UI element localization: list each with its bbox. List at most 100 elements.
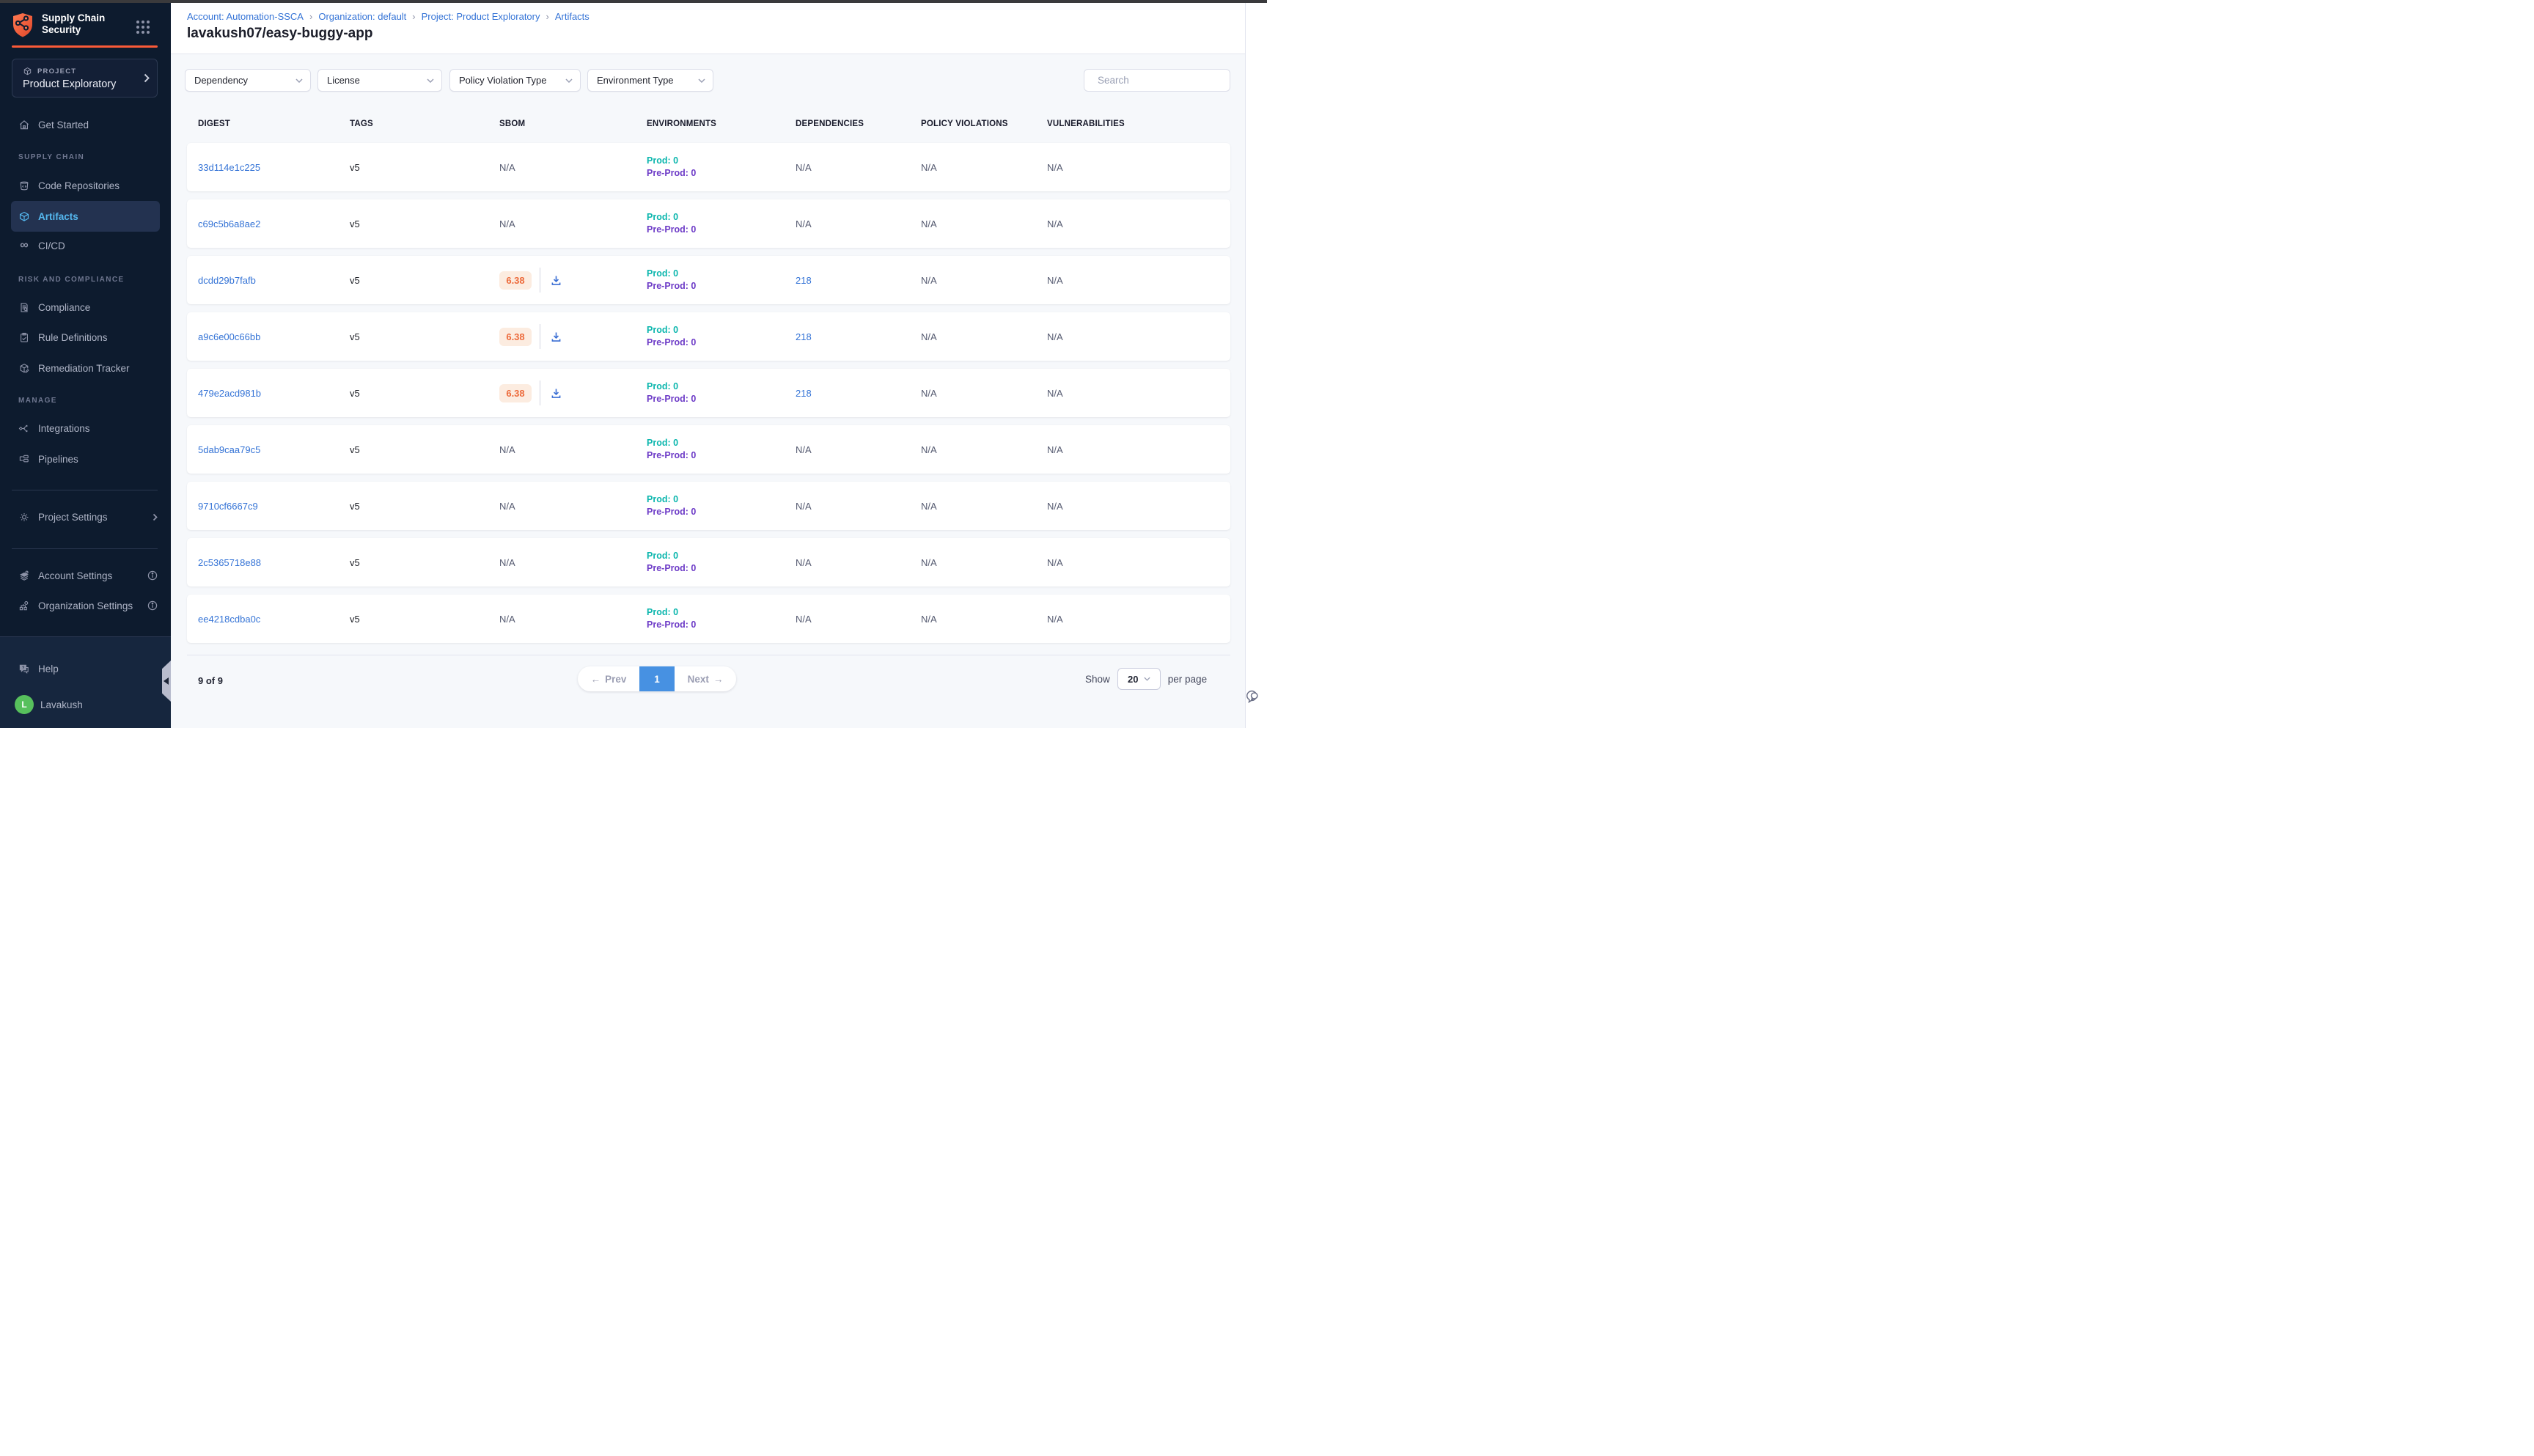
tag-value: v5: [350, 557, 499, 568]
digest-link[interactable]: 479e2acd981b: [198, 388, 261, 399]
prod-count[interactable]: Prod: 0: [647, 606, 796, 619]
prod-count[interactable]: Prod: 0: [647, 268, 796, 280]
sidebar-item-integrations[interactable]: Integrations: [0, 418, 171, 438]
preprod-count[interactable]: Pre-Prod: 0: [647, 619, 796, 631]
col-digest: DIGEST: [198, 120, 350, 128]
breadcrumb-separator: ›: [309, 11, 312, 22]
sbom-na: N/A: [499, 162, 515, 173]
project-name: Product Exploratory: [23, 78, 116, 90]
sidebar-item-pipelines[interactable]: Pipelines: [0, 449, 171, 469]
filter-policy-violation-type[interactable]: Policy Violation Type: [449, 69, 581, 92]
sidebar-item-project-settings[interactable]: Project Settings: [0, 507, 171, 527]
page-1-button[interactable]: 1: [639, 666, 675, 691]
dependencies-value[interactable]: N/A: [796, 557, 812, 568]
dependencies-value[interactable]: N/A: [796, 162, 812, 173]
dependencies-value[interactable]: N/A: [796, 444, 812, 455]
preprod-count[interactable]: Pre-Prod: 0: [647, 562, 796, 575]
preprod-count[interactable]: Pre-Prod: 0: [647, 224, 796, 236]
prod-count[interactable]: Prod: 0: [647, 437, 796, 449]
table-rows: 33d114e1c225 v5 N/A Prod: 0 Pre-Prod: 0 …: [187, 143, 1230, 643]
project-label: PROJECT: [37, 67, 76, 76]
prod-count[interactable]: Prod: 0: [647, 493, 796, 506]
sidebar-item-organization-settings[interactable]: Organization Settings: [0, 595, 171, 616]
prod-count[interactable]: Prod: 0: [647, 155, 796, 167]
table-row: c69c5b6a8ae2 v5 N/A Prod: 0 Pre-Prod: 0 …: [187, 199, 1230, 248]
page-title: lavakush07/easy-buggy-app: [187, 26, 372, 42]
sbom-download-button[interactable]: [548, 273, 564, 288]
sbom-na: N/A: [499, 557, 515, 568]
dependencies-value[interactable]: 218: [796, 388, 812, 399]
module-grid-icon[interactable]: [135, 19, 151, 35]
sbom-na: N/A: [499, 501, 515, 512]
info-icon[interactable]: [147, 570, 158, 581]
prev-page-button[interactable]: ← Prev: [578, 666, 639, 691]
digest-link[interactable]: 2c5365718e88: [198, 557, 261, 568]
next-page-button[interactable]: Next →: [675, 666, 736, 691]
sidebar-item-cicd[interactable]: ∞ CI/CD: [0, 235, 171, 256]
policy-violations-value: N/A: [921, 501, 1047, 512]
chevron-right-icon: [153, 513, 158, 521]
filter-dependency[interactable]: Dependency: [185, 69, 311, 92]
digest-link[interactable]: 33d114e1c225: [198, 162, 260, 173]
environments-cell: Prod: 0 Pre-Prod: 0: [647, 550, 796, 575]
sidebar-item-rule-definitions[interactable]: Rule Definitions: [0, 327, 171, 348]
breadcrumb-organization[interactable]: Organization: default: [318, 11, 406, 22]
preprod-count[interactable]: Pre-Prod: 0: [647, 393, 796, 405]
sidebar-item-remediation-tracker[interactable]: Remediation Tracker: [0, 358, 171, 378]
breadcrumb-artifacts[interactable]: Artifacts: [555, 11, 590, 22]
chevron-down-icon: [1144, 677, 1150, 681]
sidebar-item-artifacts[interactable]: Artifacts: [11, 201, 160, 232]
app-title: Supply Chain Security: [42, 12, 124, 36]
prod-count[interactable]: Prod: 0: [647, 550, 796, 562]
sidebar-item-compliance[interactable]: Compliance: [0, 297, 171, 317]
digest-link[interactable]: 5dab9caa79c5: [198, 444, 260, 455]
environments-cell: Prod: 0 Pre-Prod: 0: [647, 493, 796, 518]
preprod-count[interactable]: Pre-Prod: 0: [647, 337, 796, 349]
accent-divider: [12, 45, 158, 48]
project-selector[interactable]: PROJECT Product Exploratory: [12, 59, 158, 98]
policy-violations-value: N/A: [921, 614, 1047, 625]
user-menu[interactable]: L Lavakush: [0, 694, 171, 715]
dependencies-value[interactable]: 218: [796, 331, 812, 342]
sbom-download-button[interactable]: [548, 386, 564, 401]
digest-link[interactable]: ee4218cdba0c: [198, 614, 260, 625]
policy-violations-value: N/A: [921, 218, 1047, 229]
sidebar-item-help[interactable]: ? Help: [0, 658, 171, 679]
page-size-select[interactable]: 20: [1117, 668, 1161, 690]
sidebar-item-account-settings[interactable]: Account Settings: [0, 565, 171, 586]
digest-link[interactable]: c69c5b6a8ae2: [198, 218, 260, 229]
prod-count[interactable]: Prod: 0: [647, 211, 796, 224]
sidebar-item-code-repositories[interactable]: Code Repositories: [0, 175, 171, 196]
preprod-count[interactable]: Pre-Prod: 0: [647, 167, 796, 180]
tag-value: v5: [350, 388, 499, 399]
digest-link[interactable]: 9710cf6667c9: [198, 501, 258, 512]
digest-link[interactable]: a9c6e00c66bb: [198, 331, 260, 342]
breadcrumb-project[interactable]: Project: Product Exploratory: [422, 11, 540, 22]
tag-value: v5: [350, 614, 499, 625]
sbom-score-badge: 6.38: [499, 328, 532, 346]
search-input[interactable]: [1098, 75, 1227, 86]
info-icon[interactable]: [147, 600, 158, 611]
digest-link[interactable]: dcdd29b7fafb: [198, 275, 256, 286]
preprod-count[interactable]: Pre-Prod: 0: [647, 449, 796, 462]
prod-count[interactable]: Prod: 0: [647, 324, 796, 337]
breadcrumb-account[interactable]: Account: Automation-SSCA: [187, 11, 304, 22]
breadcrumb-separator: ›: [412, 11, 415, 22]
filter-environment-type[interactable]: Environment Type: [587, 69, 713, 92]
vulnerabilities-value: N/A: [1047, 444, 1230, 455]
dependencies-value[interactable]: N/A: [796, 218, 812, 229]
preprod-count[interactable]: Pre-Prod: 0: [647, 280, 796, 293]
sbom-download-button[interactable]: [548, 329, 564, 345]
code-repository-icon: [18, 180, 30, 192]
dependencies-value[interactable]: 218: [796, 275, 812, 286]
support-chat-button[interactable]: [1245, 685, 1267, 707]
tag-value: v5: [350, 331, 499, 342]
dependencies-value[interactable]: N/A: [796, 614, 812, 625]
dependencies-value[interactable]: N/A: [796, 501, 812, 512]
prod-count[interactable]: Prod: 0: [647, 380, 796, 393]
arrow-right-icon: →: [713, 674, 724, 685]
sidebar-item-get-started[interactable]: Get Started: [0, 114, 171, 135]
layers-gear-icon: [18, 570, 30, 582]
preprod-count[interactable]: Pre-Prod: 0: [647, 506, 796, 518]
filter-license[interactable]: License: [317, 69, 442, 92]
